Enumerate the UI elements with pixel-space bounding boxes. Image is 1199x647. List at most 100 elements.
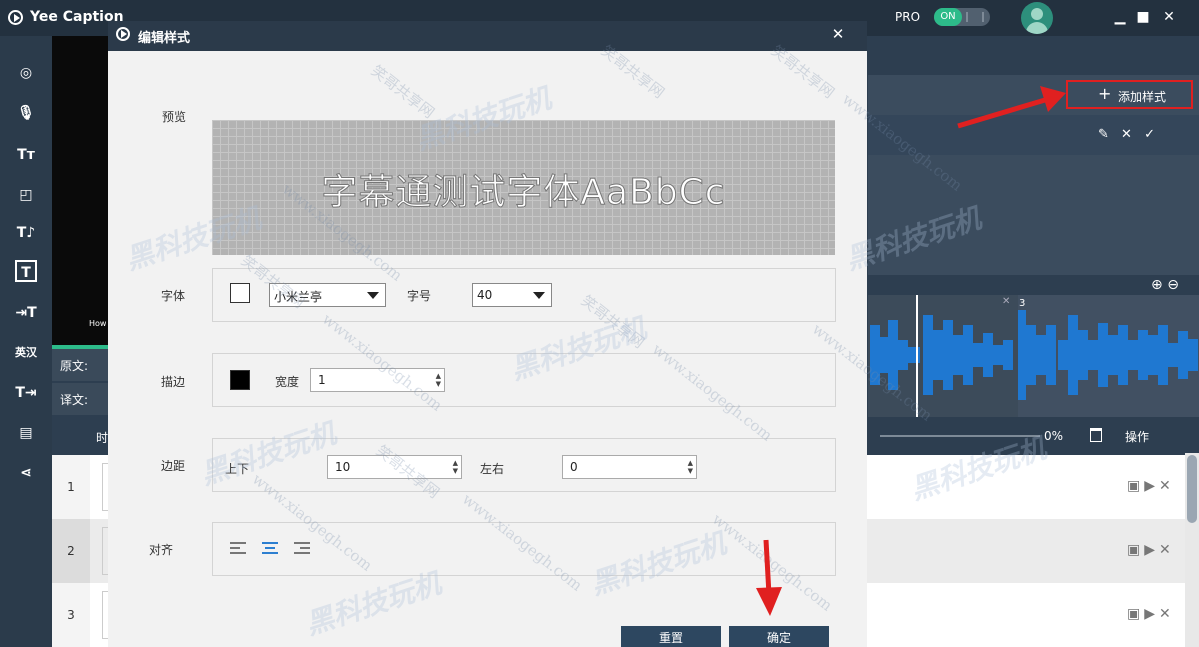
dialog-close-icon[interactable]: ✕ (828, 24, 848, 44)
segment-number: 3 (1019, 298, 1026, 309)
translation-label: 译文: (60, 393, 89, 407)
add-style-label: 添加样式 (1118, 90, 1167, 104)
stroke-group (212, 353, 836, 407)
translation-label-row: 译文: (52, 383, 108, 415)
play-icon[interactable]: ▶ (1144, 478, 1155, 494)
margin-group (212, 438, 836, 492)
original-label: 原文: (60, 359, 89, 373)
stepper-arrows-icon[interactable]: ▲ ▼ (688, 459, 693, 475)
margin-vertical-value: 10 (335, 460, 351, 474)
video-preview[interactable] (52, 36, 108, 348)
row-actions: ▣ ▶ ✕ (1127, 478, 1175, 494)
dialog-title: 编辑样式 (138, 31, 191, 46)
zoom-bar (868, 275, 1199, 295)
style-row-actions: ✎ ✕ ✓ (1098, 127, 1163, 142)
font-color-swatch[interactable] (230, 283, 250, 303)
minimize-icon[interactable]: ▁ (1111, 8, 1129, 26)
zoom-controls: ⊕ ⊖ (1151, 277, 1179, 293)
margin-vertical-label: 上下 (225, 462, 250, 476)
waveform-graphic (868, 295, 1199, 417)
time-header-partial: 时 (96, 431, 109, 445)
text-icon[interactable]: ▣ (1127, 606, 1140, 622)
row-index: 3 (52, 583, 90, 647)
font-select-value: 小米兰亭 (274, 290, 323, 304)
font-size-select[interactable]: 40 (472, 283, 552, 307)
maximize-icon[interactable]: ■ (1134, 8, 1152, 26)
delete-icon[interactable]: ✕ (1159, 606, 1171, 622)
preview-label: 预览 (162, 110, 187, 124)
stroke-width-label: 宽度 (275, 375, 300, 389)
pro-toggle[interactable]: ON (934, 8, 990, 26)
font-size-value: 40 (477, 288, 493, 302)
stroke-color-swatch[interactable] (230, 370, 250, 390)
margin-vertical-stepper[interactable]: 10 ▲ ▼ (327, 455, 462, 479)
cursor-icon[interactable]: ◎ (13, 60, 39, 86)
reset-button[interactable]: 重置 (621, 626, 721, 647)
align-center-icon[interactable] (262, 542, 278, 556)
text-export-icon[interactable]: T⇥ (13, 380, 39, 406)
app-logo-icon (8, 10, 23, 25)
segment-remove-icon[interactable]: ✕ (1002, 296, 1010, 307)
user-avatar[interactable] (1021, 2, 1053, 34)
text-box-icon[interactable]: T (15, 260, 37, 282)
font-size-label: 字号 (407, 289, 432, 303)
stroke-width-value: 1 (318, 373, 326, 387)
text-import-icon[interactable]: ⇥T (13, 300, 39, 326)
zoom-in-icon[interactable]: ⊕ (1151, 277, 1163, 293)
margin-horizontal-stepper[interactable]: 0 ▲ ▼ (562, 455, 697, 479)
margin-horizontal-value: 0 (570, 460, 578, 474)
add-style-button[interactable]: + 添加样式 (1066, 80, 1193, 109)
table-header-left: 时 (52, 420, 108, 453)
toggle-grip-icon (966, 12, 984, 22)
text-icon[interactable]: ▣ (1127, 542, 1140, 558)
stepper-arrows-icon[interactable]: ▲ ▼ (453, 459, 458, 475)
align-label: 对齐 (149, 543, 174, 557)
play-icon[interactable]: ▶ (1144, 606, 1155, 622)
translate-glyph-en: 英 (15, 346, 26, 359)
align-left-icon[interactable] (230, 542, 246, 556)
scrollbar-thumb[interactable] (1187, 455, 1197, 523)
progress-percent: 0% (1044, 429, 1064, 443)
preview-text: 字幕通测试字体AaBbCc (321, 172, 726, 214)
close-icon[interactable]: ✕ (1121, 127, 1132, 142)
shapes-icon[interactable]: ◰ (13, 182, 39, 208)
align-right-icon[interactable] (294, 542, 310, 556)
voice-text-icon[interactable]: T♪ (13, 220, 39, 246)
margin-label: 边距 (161, 459, 186, 473)
style-list (868, 155, 1199, 275)
translate-icon[interactable]: 英汉 (13, 340, 39, 366)
stroke-width-stepper[interactable]: 1 ▲ ▼ (310, 368, 445, 392)
toggle-on-label: ON (934, 8, 962, 26)
video-overlay-text: How (89, 319, 107, 328)
margin-horizontal-label: 左右 (480, 462, 505, 476)
delete-icon[interactable]: ✕ (1159, 478, 1171, 494)
preview-box: 字幕通测试字体AaBbCc (212, 120, 835, 255)
play-icon[interactable]: ▶ (1144, 542, 1155, 558)
text-size-icon[interactable]: Tт (13, 142, 39, 168)
translate-glyph-zh: 汉 (26, 346, 37, 359)
stepper-arrows-icon[interactable]: ▲ ▼ (436, 372, 441, 388)
audio-waveform[interactable] (868, 295, 1199, 417)
original-label-row: 原文: (52, 349, 108, 381)
film-icon[interactable]: ▤ (13, 420, 39, 446)
pro-label: PRO (895, 10, 921, 24)
row-actions: ▣ ▶ ✕ (1127, 606, 1175, 622)
row-actions: ▣ ▶ ✕ (1127, 542, 1175, 558)
dialog-logo-icon (116, 27, 130, 41)
pencil-icon[interactable]: ✎ (1098, 127, 1109, 142)
text-icon[interactable]: ▣ (1127, 478, 1140, 494)
dialog-body: 预览 字幕通测试字体AaBbCc 字体 小米兰亭 字号 40 描边 宽度 1 ▲… (108, 51, 867, 647)
font-select[interactable]: 小米兰亭 (269, 283, 386, 307)
zoom-out-icon[interactable]: ⊖ (1167, 277, 1179, 293)
row-index: 2 (52, 519, 90, 583)
close-icon[interactable]: ✕ (1160, 8, 1178, 26)
share-icon[interactable]: ⋖ (13, 460, 39, 486)
microphone-icon[interactable]: 🎙 (13, 100, 39, 126)
operation-header: 操作 (1125, 430, 1150, 444)
confirm-button[interactable]: 确定 (729, 626, 829, 647)
delete-icon[interactable]: ✕ (1159, 542, 1171, 558)
progress-track[interactable] (880, 435, 1040, 437)
check-icon[interactable]: ✓ (1144, 127, 1155, 142)
chevron-down-icon (533, 292, 545, 299)
trash-icon[interactable] (1090, 428, 1102, 442)
